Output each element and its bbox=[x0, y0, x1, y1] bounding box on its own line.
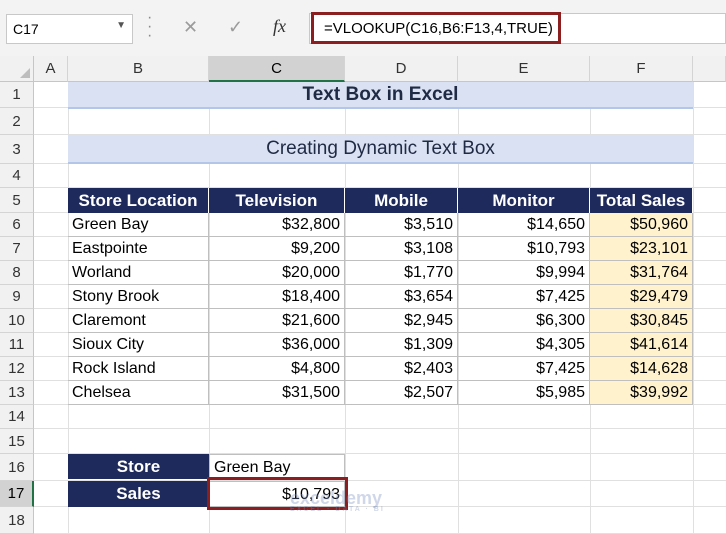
column-header-f[interactable]: F bbox=[590, 56, 693, 82]
table-header-total-sales[interactable]: Total Sales bbox=[590, 188, 693, 213]
sales-value-cell[interactable]: $30,845 bbox=[590, 309, 693, 333]
sales-value-cell[interactable]: $2,403 bbox=[345, 357, 458, 381]
table-header-store-location[interactable]: Store Location bbox=[68, 188, 209, 213]
select-all-button[interactable] bbox=[0, 56, 34, 82]
name-box-value: C17 bbox=[13, 21, 39, 37]
watermark-logo: exceldemy EXCEL · DATA · BI bbox=[290, 488, 385, 513]
sheet-subtitle[interactable]: Creating Dynamic Text Box bbox=[68, 135, 693, 164]
sales-value-cell[interactable]: $2,507 bbox=[345, 381, 458, 405]
row-header-10[interactable]: 10 bbox=[0, 309, 34, 333]
row-header-11[interactable]: 11 bbox=[0, 333, 34, 357]
column-header-b[interactable]: B bbox=[68, 56, 209, 82]
enter-icon[interactable]: ✓ bbox=[228, 17, 243, 38]
row-header-3[interactable]: 3 bbox=[0, 135, 34, 164]
store-label-cell[interactable]: Store bbox=[68, 454, 209, 480]
row-header-14[interactable]: 14 bbox=[0, 405, 34, 429]
sales-value-cell[interactable]: $9,200 bbox=[209, 237, 345, 261]
gridline bbox=[34, 428, 726, 429]
sales-value-cell[interactable]: $31,764 bbox=[590, 261, 693, 285]
row-header-9[interactable]: 9 bbox=[0, 285, 34, 309]
sales-value-cell[interactable]: $29,479 bbox=[590, 285, 693, 309]
row-header-6[interactable]: 6 bbox=[0, 213, 34, 237]
sales-value-cell[interactable]: $32,800 bbox=[209, 213, 345, 237]
store-location-cell[interactable]: Rock Island bbox=[68, 357, 209, 381]
cancel-icon[interactable]: ✕ bbox=[183, 17, 198, 38]
column-header-d[interactable]: D bbox=[345, 56, 458, 82]
sales-value-cell[interactable]: $14,628 bbox=[590, 357, 693, 381]
sales-value-cell[interactable]: $23,101 bbox=[590, 237, 693, 261]
sheet-title[interactable]: Text Box in Excel bbox=[68, 82, 693, 109]
chevron-down-icon[interactable]: ▼ bbox=[116, 20, 126, 31]
more-options-icon[interactable]: · · · bbox=[147, 10, 152, 44]
row-header-13[interactable]: 13 bbox=[0, 381, 34, 405]
sales-value-cell[interactable]: $1,770 bbox=[345, 261, 458, 285]
store-location-cell[interactable]: Worland bbox=[68, 261, 209, 285]
store-location-cell[interactable]: Claremont bbox=[68, 309, 209, 333]
row-header-7[interactable]: 7 bbox=[0, 237, 34, 261]
formula-input[interactable]: =VLOOKUP(C16,B6:F13,4,TRUE) bbox=[311, 12, 561, 44]
sales-value-cell[interactable]: $20,000 bbox=[209, 261, 345, 285]
sales-value-cell[interactable]: $9,994 bbox=[458, 261, 590, 285]
insert-function-icon[interactable]: fx bbox=[273, 16, 286, 37]
row-header-5[interactable]: 5 bbox=[0, 188, 34, 213]
sales-value-cell[interactable]: $1,309 bbox=[345, 333, 458, 357]
sales-value-cell[interactable]: $21,600 bbox=[209, 309, 345, 333]
row-header-17[interactable]: 17 bbox=[0, 481, 34, 507]
sales-label-cell[interactable]: Sales bbox=[68, 481, 209, 507]
row-header-16[interactable]: 16 bbox=[0, 454, 34, 481]
sales-value-cell[interactable]: $31,500 bbox=[209, 381, 345, 405]
formula-bar: C17 ▼ · · · ✕ ✓ fx =VLOOKUP(C16,B6:F13,4,T… bbox=[0, 0, 726, 56]
store-location-cell[interactable]: Eastpointe bbox=[68, 237, 209, 261]
sales-value-cell[interactable]: $3,510 bbox=[345, 213, 458, 237]
row-header-15[interactable]: 15 bbox=[0, 429, 34, 454]
store-location-cell[interactable]: Stony Brook bbox=[68, 285, 209, 309]
column-header-a[interactable]: A bbox=[34, 56, 68, 82]
row-header-2[interactable]: 2 bbox=[0, 108, 34, 135]
sales-value-cell[interactable]: $18,400 bbox=[209, 285, 345, 309]
sales-value-cell[interactable]: $41,614 bbox=[590, 333, 693, 357]
sales-value-cell[interactable]: $3,654 bbox=[345, 285, 458, 309]
sales-value-cell[interactable]: $6,300 bbox=[458, 309, 590, 333]
store-location-cell[interactable]: Chelsea bbox=[68, 381, 209, 405]
watermark-name: exceldemy bbox=[290, 488, 383, 508]
sales-value-cell[interactable]: $39,992 bbox=[590, 381, 693, 405]
sales-value-cell[interactable]: $7,425 bbox=[458, 357, 590, 381]
store-location-cell[interactable]: Green Bay bbox=[68, 213, 209, 237]
sales-value-cell[interactable]: $7,425 bbox=[458, 285, 590, 309]
sales-value-cell[interactable]: $50,960 bbox=[590, 213, 693, 237]
sales-value-cell[interactable]: $14,650 bbox=[458, 213, 590, 237]
sales-value-cell[interactable]: $4,800 bbox=[209, 357, 345, 381]
column-header-g[interactable] bbox=[693, 56, 726, 82]
sales-value-cell[interactable]: $3,108 bbox=[345, 237, 458, 261]
sales-value-cell[interactable]: $36,000 bbox=[209, 333, 345, 357]
column-header-c[interactable]: C bbox=[209, 56, 345, 82]
row-header-4[interactable]: 4 bbox=[0, 164, 34, 188]
sales-value-cell[interactable]: $10,793 bbox=[458, 237, 590, 261]
column-header-e[interactable]: E bbox=[458, 56, 590, 82]
table-header-mobile[interactable]: Mobile bbox=[345, 188, 458, 213]
sales-value-cell[interactable]: $2,945 bbox=[345, 309, 458, 333]
sales-value-cell[interactable]: $4,305 bbox=[458, 333, 590, 357]
row-header-18[interactable]: 18 bbox=[0, 507, 34, 534]
watermark-tagline: EXCEL · DATA · BI bbox=[290, 506, 385, 513]
sales-value-cell[interactable]: $5,985 bbox=[458, 381, 590, 405]
row-header-8[interactable]: 8 bbox=[0, 261, 34, 285]
table-header-monitor[interactable]: Monitor bbox=[458, 188, 590, 213]
store-location-cell[interactable]: Sioux City bbox=[68, 333, 209, 357]
row-header-1[interactable]: 1 bbox=[0, 82, 34, 108]
table-header-television[interactable]: Television bbox=[209, 188, 345, 213]
name-box[interactable]: C17 ▼ bbox=[6, 14, 133, 44]
row-header-12[interactable]: 12 bbox=[0, 357, 34, 381]
